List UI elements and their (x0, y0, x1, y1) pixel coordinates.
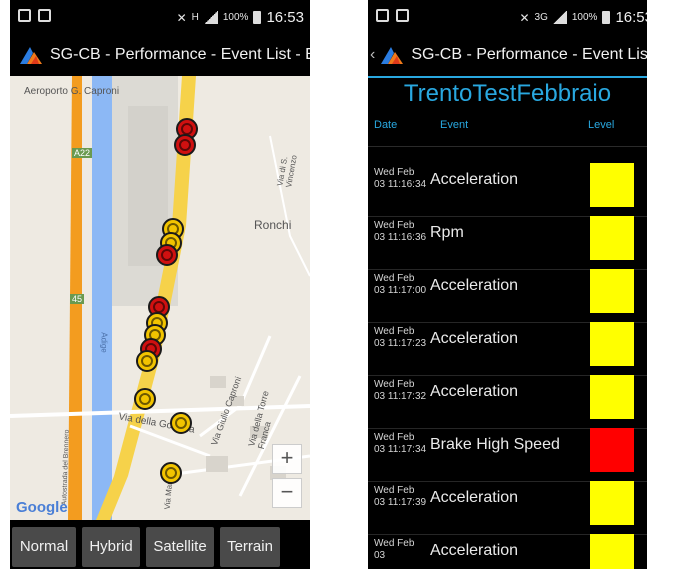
battery-percent: 100% (571, 12, 598, 23)
status-bar: ✕ 3G 100% 16:53 (368, 0, 647, 34)
map-type-normal-button[interactable]: Normal (12, 527, 76, 567)
signal-icon (552, 11, 567, 24)
app-bar-divider (368, 76, 647, 78)
map-type-terrain-button[interactable]: Terrain (220, 527, 280, 567)
list-header: Date Event Level (368, 119, 647, 137)
event-marker[interactable] (160, 462, 182, 484)
app-bar: SG-CB - Performance - Event List - E... (10, 34, 310, 76)
list-item[interactable]: Wed Feb 03 Acceleration (368, 534, 647, 569)
level-indicator (590, 428, 634, 472)
event-date: Wed Feb 03 11:17:32 (374, 379, 427, 402)
event-date: Wed Feb 03 11:17:00 (374, 273, 427, 296)
list-item[interactable]: Wed Feb 03 11:17:32 Acceleration (368, 375, 647, 429)
app-logo-icon[interactable] (18, 44, 44, 66)
event-name: Acceleration (430, 489, 519, 506)
battery-icon (602, 11, 611, 24)
session-title: TrentoTestFebbraio (403, 80, 612, 107)
list-item[interactable]: Wed Feb 03 11:17:39 Acceleration (368, 481, 647, 535)
download-icon (396, 9, 409, 22)
ronchi-label: Ronchi (254, 218, 292, 232)
event-name: Acceleration (430, 383, 519, 400)
event-marker[interactable] (174, 134, 196, 156)
event-column-header: Event (440, 119, 469, 131)
map-type-bar: Normal Hybrid Satellite Terrain (10, 520, 310, 569)
event-marker[interactable] (156, 244, 178, 266)
app-title: SG-CB - Performance - Event List - E... (411, 46, 647, 63)
notification-icon (376, 9, 389, 22)
back-chevron-icon[interactable]: ‹ (370, 46, 375, 64)
clock: 16:53 (615, 9, 647, 26)
app-title: SG-CB - Performance - Event List - E... (50, 46, 310, 63)
zoom-out-button[interactable]: − (272, 478, 302, 508)
level-indicator (590, 322, 634, 366)
event-date: Wed Feb 03 11:16:36 (374, 220, 427, 243)
level-indicator (590, 216, 634, 260)
zoom-in-button[interactable]: + (272, 444, 302, 474)
battery-percent: 100% (222, 12, 249, 23)
road-45-label: 45 (70, 294, 85, 304)
network-type-label: H (191, 12, 199, 23)
app-bar: ‹ SG-CB - Performance - Event List - E..… (368, 34, 647, 76)
status-bar: ✕ H 100% 16:53 (10, 0, 310, 34)
event-name: Brake High Speed (430, 436, 560, 453)
battery-icon (253, 11, 262, 24)
clock: 16:53 (266, 9, 304, 26)
airport-label: Aeroporto G. Caproni (24, 86, 120, 97)
event-name: Rpm (430, 224, 464, 241)
event-date: Wed Feb 03 (374, 538, 415, 561)
event-name: Acceleration (430, 330, 519, 347)
event-date: Wed Feb 03 11:16:34 (374, 167, 427, 190)
list-item[interactable]: Wed Feb 03 11:16:36 Rpm (368, 216, 647, 270)
event-name: Acceleration (430, 542, 519, 559)
mute-icon: ✕ (176, 10, 187, 25)
level-indicator (590, 269, 634, 313)
event-date: Wed Feb 03 11:17:34 (374, 432, 427, 455)
level-indicator (590, 375, 634, 419)
level-indicator (590, 481, 634, 525)
event-marker[interactable] (170, 412, 192, 434)
download-icon (38, 9, 51, 22)
list-item[interactable]: Wed Feb 03 11:17:00 Acceleration (368, 269, 647, 323)
map-type-hybrid-button[interactable]: Hybrid (82, 527, 140, 567)
level-indicator (590, 534, 634, 569)
event-marker[interactable] (136, 350, 158, 372)
app-logo-icon[interactable] (379, 44, 405, 66)
header-divider (368, 146, 647, 147)
notification-icon (18, 9, 31, 22)
event-date: Wed Feb 03 11:17:39 (374, 485, 427, 508)
mute-icon: ✕ (519, 10, 530, 25)
event-marker[interactable] (134, 388, 156, 410)
map-screen: ✕ H 100% 16:53 SG-CB - Performance - Eve… (10, 0, 310, 569)
event-date: Wed Feb 03 11:17:23 (374, 326, 427, 349)
list-item[interactable]: Wed Feb 03 11:16:34 Acceleration (368, 163, 647, 217)
level-column-header: Level (588, 119, 615, 131)
network-type-label: 3G (534, 12, 548, 23)
road-a22-label: A22 (72, 148, 93, 158)
level-indicator (590, 163, 634, 207)
map-type-satellite-button[interactable]: Satellite (146, 527, 214, 567)
map-view[interactable]: Aeroporto G. Caproni A22 Ronchi Via dell… (10, 76, 310, 520)
google-attribution: Google (16, 499, 68, 516)
list-item[interactable]: Wed Feb 03 11:17:23 Acceleration (368, 322, 647, 376)
event-list-screen: ✕ 3G 100% 16:53 ‹ SG-CB - Performance - … (368, 0, 647, 569)
date-column-header: Date (374, 119, 398, 131)
adige-label: Adige (99, 332, 109, 353)
signal-icon (203, 11, 218, 24)
event-name: Acceleration (430, 277, 519, 294)
event-name: Acceleration (430, 171, 519, 188)
list-item[interactable]: Wed Feb 03 11:17:34 Brake High Speed (368, 428, 647, 482)
